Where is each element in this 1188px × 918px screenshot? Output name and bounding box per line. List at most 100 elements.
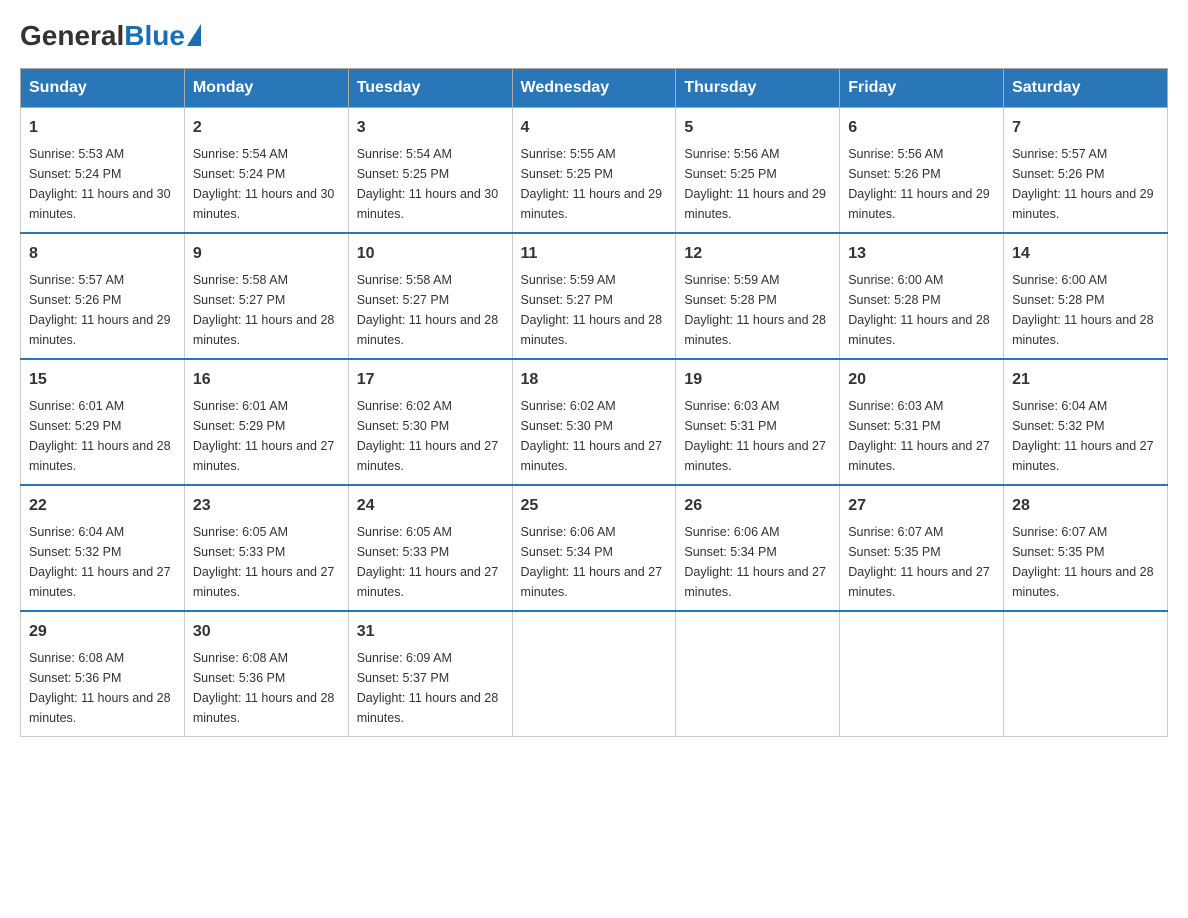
calendar-cell: 13 Sunrise: 6:00 AMSunset: 5:28 PMDaylig… <box>840 233 1004 359</box>
calendar-cell: 21 Sunrise: 6:04 AMSunset: 5:32 PMDaylig… <box>1004 359 1168 485</box>
calendar-cell: 24 Sunrise: 6:05 AMSunset: 5:33 PMDaylig… <box>348 485 512 611</box>
day-info: Sunrise: 5:54 AMSunset: 5:25 PMDaylight:… <box>357 147 499 221</box>
day-number: 5 <box>684 116 831 140</box>
calendar-week-1: 1 Sunrise: 5:53 AMSunset: 5:24 PMDayligh… <box>21 108 1168 234</box>
day-info: Sunrise: 5:54 AMSunset: 5:24 PMDaylight:… <box>193 147 335 221</box>
day-info: Sunrise: 6:07 AMSunset: 5:35 PMDaylight:… <box>848 525 990 599</box>
day-number: 31 <box>357 620 504 644</box>
weekday-header-row: SundayMondayTuesdayWednesdayThursdayFrid… <box>21 69 1168 108</box>
calendar-cell: 15 Sunrise: 6:01 AMSunset: 5:29 PMDaylig… <box>21 359 185 485</box>
day-number: 1 <box>29 116 176 140</box>
calendar-cell: 14 Sunrise: 6:00 AMSunset: 5:28 PMDaylig… <box>1004 233 1168 359</box>
day-number: 29 <box>29 620 176 644</box>
weekday-header-saturday: Saturday <box>1004 69 1168 108</box>
day-number: 27 <box>848 494 995 518</box>
day-info: Sunrise: 6:05 AMSunset: 5:33 PMDaylight:… <box>357 525 499 599</box>
calendar-cell: 18 Sunrise: 6:02 AMSunset: 5:30 PMDaylig… <box>512 359 676 485</box>
day-info: Sunrise: 5:57 AMSunset: 5:26 PMDaylight:… <box>29 273 171 347</box>
day-number: 10 <box>357 242 504 266</box>
calendar-cell: 7 Sunrise: 5:57 AMSunset: 5:26 PMDayligh… <box>1004 108 1168 234</box>
calendar-cell <box>676 611 840 737</box>
calendar-cell: 2 Sunrise: 5:54 AMSunset: 5:24 PMDayligh… <box>184 108 348 234</box>
day-number: 12 <box>684 242 831 266</box>
calendar-cell <box>512 611 676 737</box>
logo-blue-container: Blue <box>124 20 201 52</box>
weekday-header-tuesday: Tuesday <box>348 69 512 108</box>
logo-triangle-icon <box>187 24 201 46</box>
day-info: Sunrise: 5:59 AMSunset: 5:27 PMDaylight:… <box>521 273 663 347</box>
day-info: Sunrise: 6:06 AMSunset: 5:34 PMDaylight:… <box>521 525 663 599</box>
calendar-cell: 16 Sunrise: 6:01 AMSunset: 5:29 PMDaylig… <box>184 359 348 485</box>
calendar-cell: 12 Sunrise: 5:59 AMSunset: 5:28 PMDaylig… <box>676 233 840 359</box>
calendar-cell: 9 Sunrise: 5:58 AMSunset: 5:27 PMDayligh… <box>184 233 348 359</box>
day-number: 28 <box>1012 494 1159 518</box>
logo: General Blue <box>20 20 201 52</box>
calendar-cell: 6 Sunrise: 5:56 AMSunset: 5:26 PMDayligh… <box>840 108 1004 234</box>
day-number: 6 <box>848 116 995 140</box>
day-info: Sunrise: 5:58 AMSunset: 5:27 PMDaylight:… <box>357 273 499 347</box>
day-info: Sunrise: 6:03 AMSunset: 5:31 PMDaylight:… <box>848 399 990 473</box>
day-info: Sunrise: 6:02 AMSunset: 5:30 PMDaylight:… <box>357 399 499 473</box>
day-number: 4 <box>521 116 668 140</box>
day-number: 7 <box>1012 116 1159 140</box>
calendar-cell: 29 Sunrise: 6:08 AMSunset: 5:36 PMDaylig… <box>21 611 185 737</box>
day-info: Sunrise: 6:06 AMSunset: 5:34 PMDaylight:… <box>684 525 826 599</box>
calendar-cell: 20 Sunrise: 6:03 AMSunset: 5:31 PMDaylig… <box>840 359 1004 485</box>
calendar-cell: 8 Sunrise: 5:57 AMSunset: 5:26 PMDayligh… <box>21 233 185 359</box>
calendar-cell: 23 Sunrise: 6:05 AMSunset: 5:33 PMDaylig… <box>184 485 348 611</box>
calendar-cell: 5 Sunrise: 5:56 AMSunset: 5:25 PMDayligh… <box>676 108 840 234</box>
day-info: Sunrise: 6:09 AMSunset: 5:37 PMDaylight:… <box>357 651 499 725</box>
day-number: 22 <box>29 494 176 518</box>
weekday-header-sunday: Sunday <box>21 69 185 108</box>
calendar-cell: 26 Sunrise: 6:06 AMSunset: 5:34 PMDaylig… <box>676 485 840 611</box>
calendar-week-2: 8 Sunrise: 5:57 AMSunset: 5:26 PMDayligh… <box>21 233 1168 359</box>
calendar-cell: 25 Sunrise: 6:06 AMSunset: 5:34 PMDaylig… <box>512 485 676 611</box>
day-number: 11 <box>521 242 668 266</box>
calendar-cell: 17 Sunrise: 6:02 AMSunset: 5:30 PMDaylig… <box>348 359 512 485</box>
calendar-cell: 4 Sunrise: 5:55 AMSunset: 5:25 PMDayligh… <box>512 108 676 234</box>
calendar-cell: 3 Sunrise: 5:54 AMSunset: 5:25 PMDayligh… <box>348 108 512 234</box>
day-info: Sunrise: 5:58 AMSunset: 5:27 PMDaylight:… <box>193 273 335 347</box>
day-info: Sunrise: 5:57 AMSunset: 5:26 PMDaylight:… <box>1012 147 1154 221</box>
logo-blue-text: Blue <box>124 20 185 52</box>
weekday-header-friday: Friday <box>840 69 1004 108</box>
day-info: Sunrise: 6:00 AMSunset: 5:28 PMDaylight:… <box>848 273 990 347</box>
logo-general-text: General <box>20 20 124 52</box>
weekday-header-thursday: Thursday <box>676 69 840 108</box>
weekday-header-wednesday: Wednesday <box>512 69 676 108</box>
day-number: 20 <box>848 368 995 392</box>
page-header: General Blue <box>20 20 1168 52</box>
day-number: 3 <box>357 116 504 140</box>
calendar-cell: 19 Sunrise: 6:03 AMSunset: 5:31 PMDaylig… <box>676 359 840 485</box>
day-number: 8 <box>29 242 176 266</box>
day-number: 18 <box>521 368 668 392</box>
day-info: Sunrise: 6:03 AMSunset: 5:31 PMDaylight:… <box>684 399 826 473</box>
day-info: Sunrise: 6:04 AMSunset: 5:32 PMDaylight:… <box>29 525 171 599</box>
day-number: 23 <box>193 494 340 518</box>
calendar-cell: 10 Sunrise: 5:58 AMSunset: 5:27 PMDaylig… <box>348 233 512 359</box>
calendar-cell: 28 Sunrise: 6:07 AMSunset: 5:35 PMDaylig… <box>1004 485 1168 611</box>
calendar-week-5: 29 Sunrise: 6:08 AMSunset: 5:36 PMDaylig… <box>21 611 1168 737</box>
day-info: Sunrise: 5:56 AMSunset: 5:25 PMDaylight:… <box>684 147 826 221</box>
day-info: Sunrise: 6:08 AMSunset: 5:36 PMDaylight:… <box>193 651 335 725</box>
day-number: 16 <box>193 368 340 392</box>
day-info: Sunrise: 6:01 AMSunset: 5:29 PMDaylight:… <box>29 399 171 473</box>
day-info: Sunrise: 5:56 AMSunset: 5:26 PMDaylight:… <box>848 147 990 221</box>
calendar-week-4: 22 Sunrise: 6:04 AMSunset: 5:32 PMDaylig… <box>21 485 1168 611</box>
day-number: 19 <box>684 368 831 392</box>
day-number: 13 <box>848 242 995 266</box>
calendar-cell <box>840 611 1004 737</box>
day-number: 24 <box>357 494 504 518</box>
day-number: 21 <box>1012 368 1159 392</box>
calendar-cell: 1 Sunrise: 5:53 AMSunset: 5:24 PMDayligh… <box>21 108 185 234</box>
day-info: Sunrise: 6:05 AMSunset: 5:33 PMDaylight:… <box>193 525 335 599</box>
calendar-cell: 27 Sunrise: 6:07 AMSunset: 5:35 PMDaylig… <box>840 485 1004 611</box>
day-info: Sunrise: 6:01 AMSunset: 5:29 PMDaylight:… <box>193 399 335 473</box>
day-info: Sunrise: 5:53 AMSunset: 5:24 PMDaylight:… <box>29 147 171 221</box>
day-info: Sunrise: 6:02 AMSunset: 5:30 PMDaylight:… <box>521 399 663 473</box>
day-info: Sunrise: 6:07 AMSunset: 5:35 PMDaylight:… <box>1012 525 1154 599</box>
day-info: Sunrise: 6:00 AMSunset: 5:28 PMDaylight:… <box>1012 273 1154 347</box>
day-number: 30 <box>193 620 340 644</box>
day-number: 17 <box>357 368 504 392</box>
day-info: Sunrise: 5:59 AMSunset: 5:28 PMDaylight:… <box>684 273 826 347</box>
